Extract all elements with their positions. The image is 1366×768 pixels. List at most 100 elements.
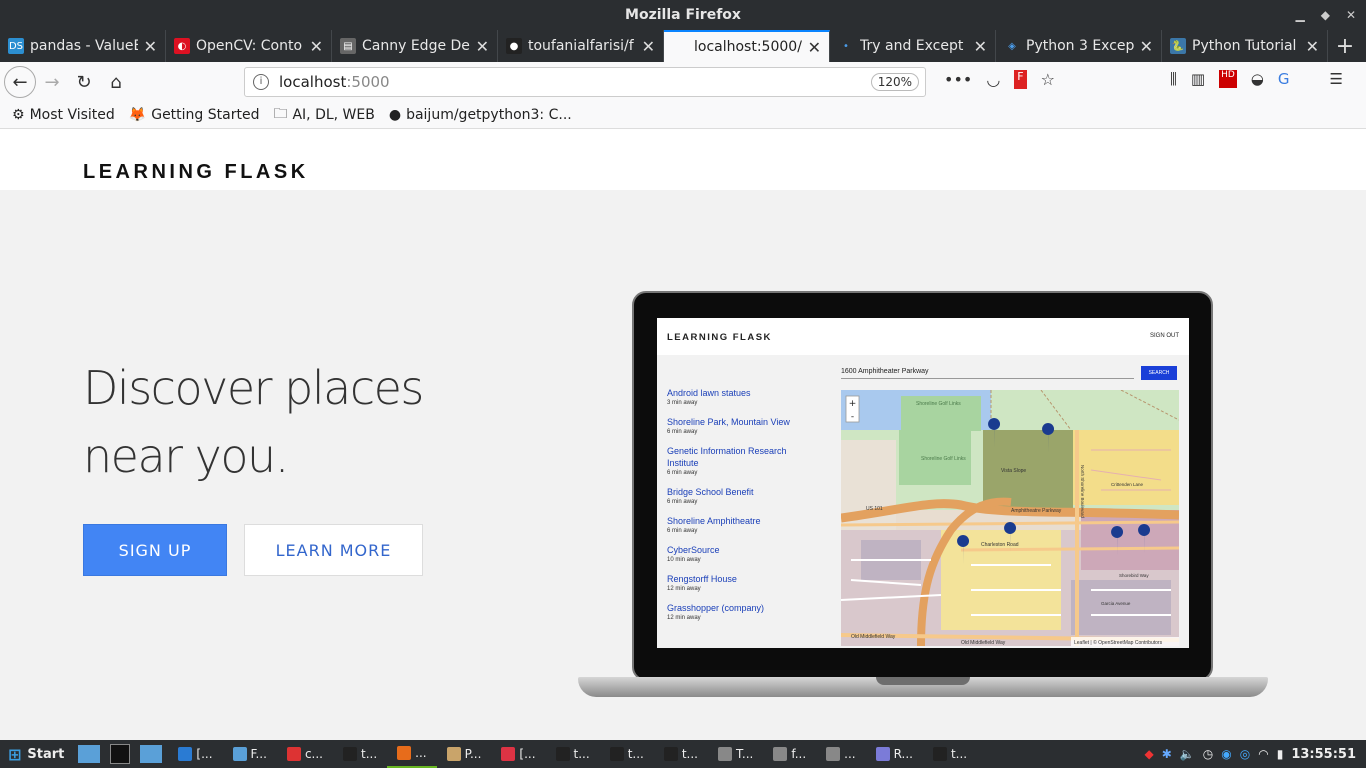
none [672, 39, 688, 55]
terminal-launcher-icon[interactable] [110, 744, 131, 764]
more-actions-icon[interactable]: ••• [944, 70, 972, 89]
map-label-amphitheatre: Amphitheatre Parkway [1011, 508, 1062, 514]
start-button[interactable]: ⊞ Start [0, 740, 72, 768]
tab-4[interactable]: localhost:5000/ ✕ [664, 30, 830, 62]
url-bar[interactable]: i localhost:5000 120% [244, 67, 926, 97]
signup-button[interactable]: SIGN UP [83, 524, 227, 576]
taskbar-window-item[interactable]: [... [491, 740, 545, 768]
map-label-shoreline-blvd: North Shoreline Boulevard [1080, 465, 1085, 518]
map-label-middlefield2: Old Middlefield Way [961, 640, 1006, 646]
taskbar-window-item[interactable]: F... [223, 740, 277, 768]
tab-6[interactable]: ◈ Python 3 Excep ✕ [996, 30, 1162, 62]
toolbar-icons: ⫼ ▥ HD ◒ G ☰ [1170, 70, 1343, 88]
taskbar-window-item[interactable]: R... [866, 740, 923, 768]
wifi-icon[interactable]: ◠ [1258, 747, 1268, 761]
mock-place-distance: 6 min away [667, 429, 698, 435]
taskbar-window-item[interactable]: t... [333, 740, 387, 768]
reader-icon [875, 747, 890, 761]
battery-icon[interactable]: ▮ [1277, 747, 1284, 761]
bluetooth-icon[interactable]: ✱ [1162, 747, 1172, 761]
taskbar-window-item[interactable]: t... [600, 740, 654, 768]
intel-icon[interactable]: ◉ [1221, 747, 1231, 761]
pocket-icon[interactable]: ◡ [986, 70, 1000, 89]
tab-5[interactable]: • Try and Except ✕ [830, 30, 996, 62]
tab-2[interactable]: ▤ Canny Edge De ✕ [332, 30, 498, 62]
tab-title: pandas - ValueE [30, 38, 138, 54]
window-icon [826, 747, 841, 761]
sidebar-icon[interactable]: ▥ [1191, 70, 1205, 88]
mock-header: LEARNING FLASK SIGN OUT [657, 318, 1189, 355]
close-tab-icon[interactable]: ✕ [310, 37, 323, 56]
new-tab-button[interactable]: + [1328, 30, 1362, 62]
mock-place-item: Shoreline Amphitheatre 6 min away [667, 515, 817, 536]
show-desktop-icon[interactable] [78, 745, 101, 763]
tab-title: toufanialfarisi/f [528, 38, 634, 54]
mock-place-item: Grasshopper (company) 12 min away [667, 602, 817, 623]
restore-icon[interactable]: ◆ [1321, 0, 1330, 30]
learn-more-button[interactable]: LEARN MORE [244, 524, 423, 576]
bookmark-item[interactable]: 🦊 Getting Started [129, 107, 260, 123]
taskbar-window-item[interactable]: ... [816, 740, 865, 768]
info-icon[interactable]: i [253, 74, 269, 90]
map-zoom-out: - [851, 412, 854, 422]
tab-title: Python Tutorial [1192, 38, 1297, 54]
library-icon[interactable]: ⫼ [1170, 70, 1177, 88]
bookmark-item[interactable]: ⚙ Most Visited [12, 107, 115, 123]
taskbar-window-item[interactable]: c... [277, 740, 333, 768]
bookmark-item[interactable]: ● baijum/getpython3: C... [389, 107, 572, 123]
taskbar-window-item[interactable]: P... [437, 740, 492, 768]
page-actions: ••• ◡ F ☆ [944, 70, 1055, 89]
home-button[interactable]: ⌂ [100, 66, 132, 98]
tab-title: Canny Edge De [362, 38, 470, 54]
files-launcher-icon[interactable] [140, 745, 163, 763]
site-brand[interactable]: LEARNING FLASK [83, 161, 309, 184]
terminal-icon [342, 747, 357, 761]
close-tab-icon[interactable]: ✕ [144, 37, 157, 56]
taskbar-window-label: R... [893, 747, 913, 761]
close-icon[interactable]: ✕ [1346, 0, 1356, 30]
taskbar-window-item[interactable]: t... [923, 740, 977, 768]
windows-logo-icon: ⊞ [8, 744, 22, 764]
taskbar-window-item[interactable]: ... [387, 740, 437, 768]
forward-button[interactable]: → [36, 66, 68, 98]
hd-extension-icon[interactable]: HD [1219, 70, 1237, 88]
bookmark-star-icon[interactable]: ☆ [1041, 70, 1055, 89]
mock-place-distance: 12 min away [667, 615, 701, 621]
clock-app-icon[interactable]: ◷ [1203, 747, 1213, 761]
map-zoom-in: + [849, 399, 857, 409]
volume-icon[interactable]: 🔈 [1180, 747, 1195, 761]
tab-1[interactable]: ◐ OpenCV: Conto ✕ [166, 30, 332, 62]
menu-icon[interactable]: ☰ [1330, 70, 1343, 88]
url-host: localhost [279, 73, 347, 91]
extension-circle-icon[interactable]: ◒ [1251, 70, 1264, 88]
tab-3[interactable]: ● toufanialfarisi/f ✕ [498, 30, 664, 62]
intel-graphics-icon[interactable]: ◎ [1240, 747, 1250, 761]
taskbar-window-item[interactable]: t... [654, 740, 708, 768]
extension-icon[interactable]: F [1014, 70, 1027, 89]
map-zoom-control: + - [845, 395, 860, 423]
taskbar-window-item[interactable]: [... [168, 740, 222, 768]
close-tab-icon[interactable]: ✕ [1306, 37, 1319, 56]
close-tab-icon[interactable]: ✕ [974, 37, 987, 56]
close-tab-icon[interactable]: ✕ [642, 37, 655, 56]
close-tab-icon[interactable]: ✕ [808, 38, 821, 57]
mock-signout: SIGN OUT [1149, 333, 1179, 339]
back-button[interactable]: ← [4, 66, 36, 98]
map-attribution: Leaflet | © OpenStreetMap Contributors [1074, 639, 1163, 646]
shield-icon[interactable]: ◆ [1145, 747, 1154, 761]
minimize-icon[interactable]: ▁ [1295, 0, 1304, 30]
reload-button[interactable]: ↻ [68, 66, 100, 98]
mock-place-name: Bridge School Benefit [667, 487, 754, 497]
close-tab-icon[interactable]: ✕ [476, 37, 489, 56]
taskbar-window-item[interactable]: t... [546, 740, 600, 768]
translate-icon[interactable]: G [1278, 70, 1290, 88]
bookmark-item[interactable]: 🗀 AI, DL, WEB [273, 103, 374, 127]
taskbar-window-item[interactable]: T... [708, 740, 763, 768]
zoom-badge[interactable]: 120% [870, 73, 919, 91]
nav-toolbar: ← → ↻ ⌂ i localhost:5000 120% ••• ◡ F ☆ … [0, 62, 1366, 102]
taskbar-window-item[interactable]: f... [763, 740, 816, 768]
system-clock[interactable]: 13:55:51 [1291, 747, 1356, 762]
close-tab-icon[interactable]: ✕ [1140, 37, 1153, 56]
tab-0[interactable]: DS pandas - ValueE ✕ [0, 30, 166, 62]
tab-7[interactable]: 🐍 Python Tutorial ✕ [1162, 30, 1328, 62]
